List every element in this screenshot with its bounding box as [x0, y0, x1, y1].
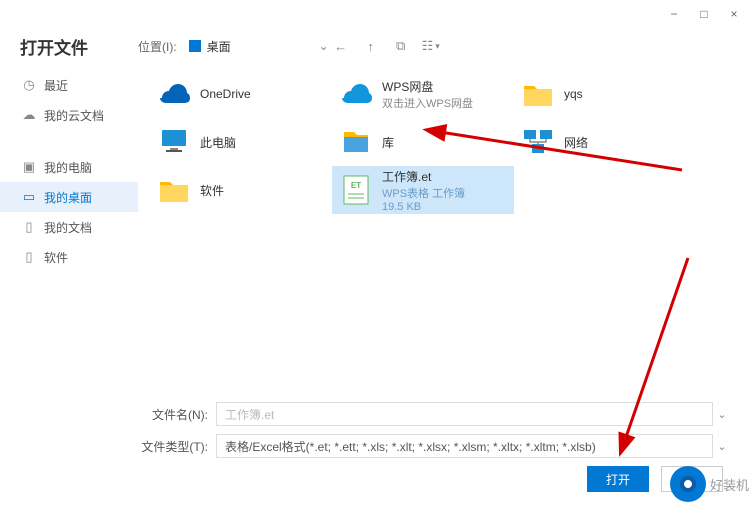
- file-name: 工作簿.et: [382, 168, 465, 185]
- file-item[interactable]: yqs: [514, 70, 696, 118]
- file-size: 19.5 KB: [382, 201, 465, 213]
- file-item[interactable]: 库: [332, 118, 514, 166]
- folder-y-icon: [156, 172, 192, 208]
- watermark: 好装机: [670, 466, 749, 502]
- minimize-button[interactable]: −: [659, 3, 689, 25]
- sidebar-item-我的电脑[interactable]: ▣ 我的电脑: [0, 152, 138, 182]
- filetype-select[interactable]: [216, 434, 713, 458]
- et-icon: ET: [338, 172, 374, 208]
- chevron-down-icon: ⌄: [319, 39, 329, 53]
- library-icon: [338, 124, 374, 160]
- filename-input[interactable]: [216, 402, 713, 426]
- file-item[interactable]: OneDrive: [150, 70, 332, 118]
- network-icon: [520, 124, 556, 160]
- sidebar-item-最近[interactable]: ◷ 最近: [0, 70, 138, 100]
- file-item[interactable]: 软件: [150, 166, 332, 214]
- folder-icon: ▯: [22, 250, 36, 264]
- file-item[interactable]: ET 工作簿.etWPS表格 工作簿19.5 KB: [332, 166, 514, 214]
- location-select[interactable]: 桌面 ⌄: [189, 38, 329, 55]
- onedrive-icon: [156, 76, 192, 112]
- thispc-icon: [156, 124, 192, 160]
- file-sub: WPS表格 工作簿: [382, 185, 465, 201]
- close-button[interactable]: ×: [719, 3, 749, 25]
- desktop-icon: [189, 40, 201, 52]
- location-value: 桌面: [207, 38, 231, 55]
- file-name: WPS网盘: [382, 78, 473, 95]
- maximize-button[interactable]: □: [689, 3, 719, 25]
- new-folder-button[interactable]: ⧉: [393, 38, 409, 54]
- filename-label: 文件名(N):: [138, 406, 216, 423]
- up-button[interactable]: ↑: [363, 38, 379, 54]
- open-button[interactable]: 打开: [587, 466, 649, 492]
- file-sub: 双击进入WPS网盘: [382, 95, 473, 111]
- view-button[interactable]: ☷▾: [423, 38, 439, 54]
- cloud-icon: ☁: [22, 108, 36, 122]
- folder-y-icon: [520, 76, 556, 112]
- sidebar-item-label: 我的电脑: [44, 159, 92, 176]
- sidebar-item-label: 我的桌面: [44, 189, 92, 206]
- file-item[interactable]: 网络: [514, 118, 696, 166]
- sidebar-item-我的云文档[interactable]: ☁ 我的云文档: [0, 100, 138, 130]
- folder-icon: ▯: [22, 220, 36, 234]
- sidebar-item-label: 最近: [44, 77, 68, 94]
- file-item[interactable]: 此电脑: [150, 118, 332, 166]
- sidebar-item-我的桌面[interactable]: ▭ 我的桌面: [0, 182, 138, 212]
- location-label: 位置(I):: [138, 38, 177, 55]
- svg-text:ET: ET: [351, 181, 361, 190]
- file-name: 此电脑: [200, 134, 236, 151]
- file-name: OneDrive: [200, 87, 251, 101]
- clock-icon: ◷: [22, 78, 36, 92]
- sidebar-item-label: 我的云文档: [44, 107, 104, 124]
- file-name: 软件: [200, 182, 224, 199]
- sidebar-item-label: 软件: [44, 249, 68, 266]
- sidebar-item-label: 我的文档: [44, 219, 92, 236]
- desktop-icon: ▭: [22, 190, 36, 204]
- file-name: yqs: [564, 87, 583, 101]
- dialog-title: 打开文件: [20, 34, 138, 59]
- filetype-label: 文件类型(T):: [138, 438, 216, 455]
- file-item[interactable]: WPS网盘双击进入WPS网盘: [332, 70, 514, 118]
- file-name: 网络: [564, 134, 588, 151]
- sidebar-item-软件[interactable]: ▯ 软件: [0, 242, 138, 272]
- back-button[interactable]: ←: [333, 38, 349, 54]
- file-name: 库: [382, 134, 394, 151]
- wps-icon: [338, 76, 374, 112]
- sidebar-item-我的文档[interactable]: ▯ 我的文档: [0, 212, 138, 242]
- pc-icon: ▣: [22, 160, 36, 174]
